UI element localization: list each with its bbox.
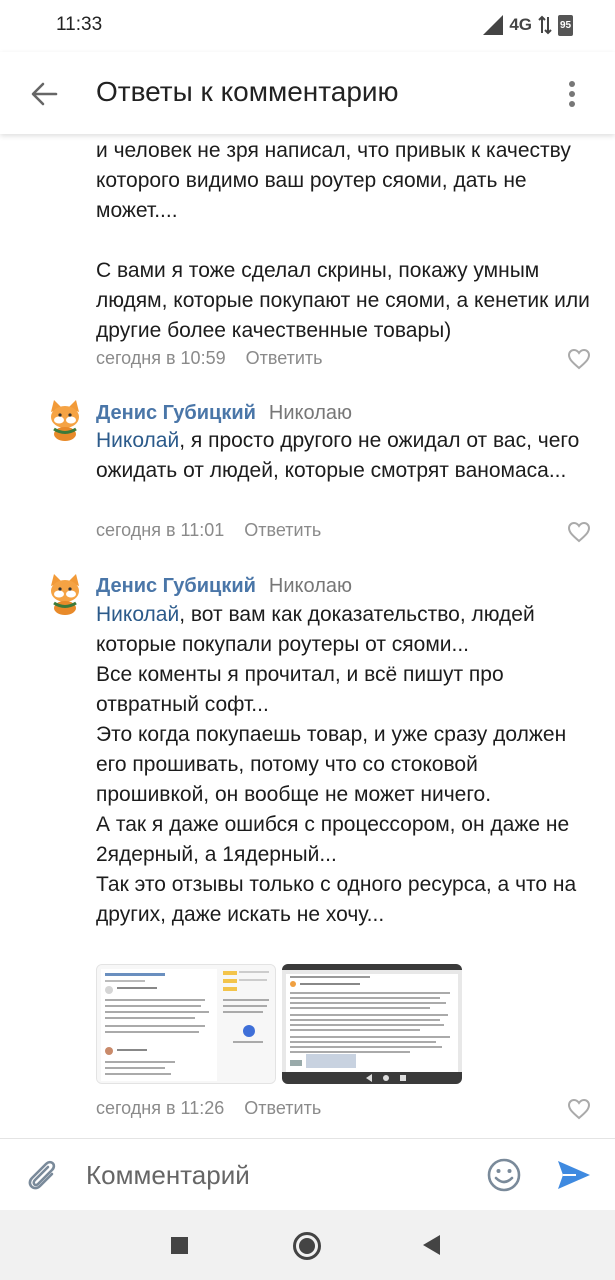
heart-outline-icon[interactable]: [567, 1098, 591, 1120]
more-options-button[interactable]: [557, 76, 587, 112]
comment-meta: сегодня в 11:26 Ответить: [96, 1098, 321, 1119]
reply-button[interactable]: Ответить: [246, 348, 323, 369]
network-type: 4G: [509, 15, 532, 34]
paperclip-icon[interactable]: [22, 1155, 62, 1195]
comment-time: сегодня в 11:26: [96, 1098, 225, 1118]
screenshot-thumbnail: [282, 964, 462, 1084]
comment-feed[interactable]: и человек не зря написал, что привык к к…: [0, 134, 615, 1138]
more-vertical-icon: [569, 81, 575, 107]
comment-header: Денис Губицкий Николаю: [96, 402, 352, 425]
comment-meta: сегодня в 11:01 Ответить: [96, 520, 321, 541]
comment-composer: [0, 1138, 615, 1210]
photo-attachment[interactable]: [282, 964, 462, 1084]
author-name[interactable]: Денис Губицкий: [96, 402, 256, 425]
system-back-button[interactable]: [423, 1235, 440, 1255]
attachments: [96, 964, 462, 1084]
send-icon[interactable]: [554, 1155, 594, 1195]
mention-link[interactable]: Николай: [96, 429, 179, 452]
app-bar: Ответы к комментарию: [0, 52, 615, 134]
signal-icon: [483, 15, 504, 35]
status-icons: 4G 95: [483, 14, 573, 36]
home-icon: [299, 1238, 315, 1254]
heart-outline-icon[interactable]: [567, 521, 591, 543]
comment-time: сегодня в 11:01: [96, 520, 225, 540]
home-button[interactable]: [293, 1232, 321, 1260]
mention-link[interactable]: Николай: [96, 603, 179, 626]
status-time: 11:33: [56, 14, 103, 35]
screenshot-thumbnail: [97, 965, 275, 1083]
comment-header: Денис Губицкий Николаю: [96, 575, 352, 598]
page-title: Ответы к комментарию: [96, 76, 399, 107]
heart-outline-icon[interactable]: [567, 348, 591, 370]
status-bar: 11:33 4G 95: [0, 0, 615, 52]
reply-button[interactable]: Ответить: [244, 520, 321, 541]
comment-text: и человек не зря написал, что привык к к…: [96, 139, 590, 342]
avatar[interactable]: [46, 572, 84, 616]
avatar[interactable]: [46, 398, 84, 442]
comment-body: , вот вам как доказательство, людей кото…: [96, 603, 577, 926]
comment-time: сегодня в 10:59: [96, 348, 226, 368]
comment-text: Николай, вот вам как доказательство, люд…: [96, 600, 596, 930]
reply-to-name[interactable]: Николаю: [269, 402, 352, 425]
arrow-back-icon: [31, 82, 58, 106]
comment-text: Николай, я просто другого не ожидал от в…: [96, 426, 596, 486]
recents-button[interactable]: [171, 1237, 188, 1254]
smile-icon[interactable]: [484, 1155, 524, 1195]
back-button[interactable]: [24, 74, 64, 114]
reply-button[interactable]: Ответить: [244, 1098, 321, 1119]
comment-meta: сегодня в 10:59 Ответить: [96, 348, 323, 369]
system-nav-bar: [0, 1210, 615, 1280]
reply-to-name[interactable]: Николаю: [269, 575, 352, 598]
battery-icon: 95: [558, 14, 573, 36]
photo-attachment[interactable]: [96, 964, 276, 1084]
author-name[interactable]: Денис Губицкий: [96, 575, 256, 598]
comment-input[interactable]: [86, 1157, 466, 1193]
data-arrows-icon: [538, 15, 552, 35]
